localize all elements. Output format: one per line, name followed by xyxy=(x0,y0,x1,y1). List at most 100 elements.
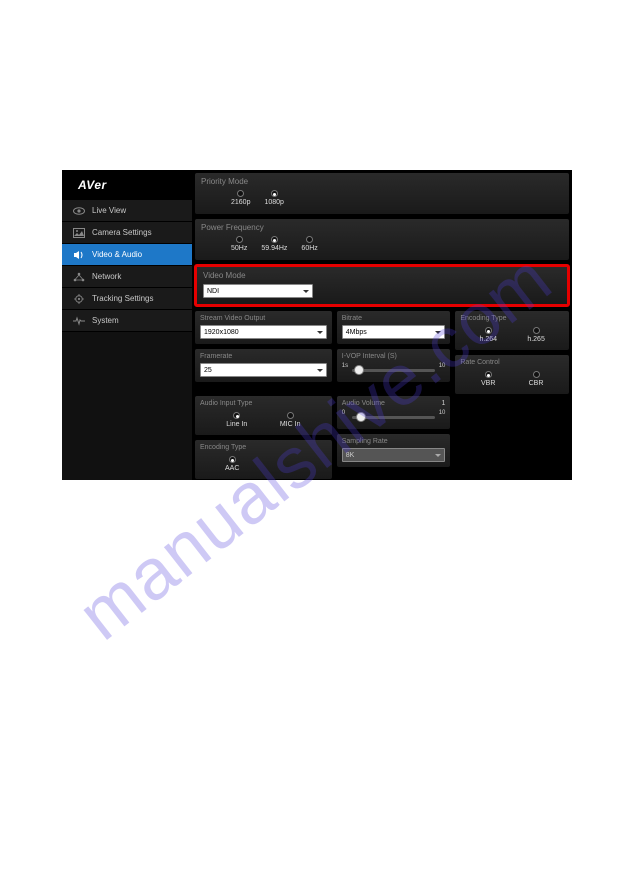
radio-60hz[interactable]: 60Hz xyxy=(301,236,317,252)
target-icon xyxy=(72,292,86,306)
radio-dot-icon xyxy=(229,456,236,463)
sidebar-item-live-view[interactable]: Live View xyxy=(62,200,192,222)
priority-mode-options: 2160p 1080p xyxy=(201,190,563,208)
panel-title: Framerate xyxy=(200,353,327,360)
panel-title: Encoding Type xyxy=(460,315,564,322)
eye-icon xyxy=(72,204,86,218)
sampling-rate-select[interactable]: 8K xyxy=(342,448,446,462)
chevron-down-icon xyxy=(303,290,309,293)
chevron-down-icon xyxy=(317,331,323,334)
nav: Live View Camera Settings Video & Audio xyxy=(62,200,192,332)
slider-thumb[interactable] xyxy=(356,412,366,422)
panel-rate-control: Rate Control VBR CBR xyxy=(454,354,570,395)
slider-track xyxy=(352,369,436,372)
audio-volume-slider[interactable]: 0 10 xyxy=(342,410,446,424)
radio-mic-in[interactable]: MIC In xyxy=(280,412,301,428)
panel-title: Audio Volume xyxy=(342,400,385,407)
logo: AVer xyxy=(62,170,192,200)
radio-label: MIC In xyxy=(280,421,301,428)
sidebar-item-system[interactable]: System xyxy=(62,310,192,332)
radio-label: 59.94Hz xyxy=(261,245,287,252)
select-value: 8K xyxy=(346,452,355,459)
select-value: NDI xyxy=(207,288,219,295)
radio-dot-icon xyxy=(485,327,492,334)
slider-thumb[interactable] xyxy=(354,365,364,375)
slider-max-label: 10 xyxy=(439,410,446,416)
speaker-icon xyxy=(72,248,86,262)
panel-title: Stream Video Output xyxy=(200,315,327,322)
panel-power-frequency: Power Frequency 50Hz 59.94Hz 60Hz xyxy=(194,218,570,261)
radio-aac[interactable]: AAC xyxy=(225,456,239,472)
radio-label: 50Hz xyxy=(231,245,247,252)
radio-50hz[interactable]: 50Hz xyxy=(231,236,247,252)
panel-ivop-interval: I-VOP Interval (S) 1s 10 xyxy=(336,348,452,383)
panel-title: Video Mode xyxy=(203,271,561,280)
radio-dot-icon xyxy=(287,412,294,419)
panel-priority-mode: Priority Mode 2160p 1080p xyxy=(194,172,570,215)
panel-audio-volume: Audio Volume 1 0 10 xyxy=(336,395,452,430)
panel-encoding-type-video: Encoding Type h.264 h.265 xyxy=(454,310,570,351)
slider-max-label: 10 xyxy=(439,363,446,369)
chevron-down-icon xyxy=(317,369,323,372)
radio-label: 1080p xyxy=(264,199,283,206)
network-icon xyxy=(72,270,86,284)
radio-h265[interactable]: h.265 xyxy=(527,327,545,343)
slider-min-label: 1s xyxy=(342,363,348,369)
audio-volume-side-label: 1 xyxy=(441,400,445,410)
sidebar-item-label: Live View xyxy=(92,206,126,215)
radio-dot-icon xyxy=(306,236,313,243)
radio-5994hz[interactable]: 59.94Hz xyxy=(261,236,287,252)
panel-title: Encoding Type xyxy=(200,444,327,451)
radio-dot-icon xyxy=(237,190,244,197)
sidebar-item-network[interactable]: Network xyxy=(62,266,192,288)
app-window: AVer Live View Camera Settings xyxy=(62,170,572,480)
pulse-icon xyxy=(72,314,86,328)
radio-dot-icon xyxy=(233,412,240,419)
radio-dot-icon xyxy=(271,236,278,243)
panel-video-mode: Video Mode NDI xyxy=(194,264,570,307)
radio-label: 60Hz xyxy=(301,245,317,252)
stream-video-output-select[interactable]: 1920x1080 xyxy=(200,325,327,339)
panel-title: Sampling Rate xyxy=(342,438,446,445)
panel-audio-input-type: Audio Input Type Line In MIC In xyxy=(194,395,333,436)
radio-1080p[interactable]: 1080p xyxy=(264,190,283,206)
sidebar-item-camera-settings[interactable]: Camera Settings xyxy=(62,222,192,244)
radio-dot-icon xyxy=(485,371,492,378)
radio-label: AAC xyxy=(225,465,239,472)
sidebar-item-label: System xyxy=(92,316,119,325)
radio-line-in[interactable]: Line In xyxy=(226,412,247,428)
ivop-slider[interactable]: 1s 10 xyxy=(342,363,446,377)
bitrate-select[interactable]: 4Mbps xyxy=(342,325,446,339)
sidebar-item-label: Camera Settings xyxy=(92,228,152,237)
radio-2160p[interactable]: 2160p xyxy=(231,190,250,206)
video-mode-select[interactable]: NDI xyxy=(203,284,313,298)
sidebar-item-tracking-settings[interactable]: Tracking Settings xyxy=(62,288,192,310)
sidebar: AVer Live View Camera Settings xyxy=(62,170,192,480)
panel-stream-video-output: Stream Video Output 1920x1080 xyxy=(194,310,333,345)
panel-bitrate: Bitrate 4Mbps xyxy=(336,310,452,345)
radio-vbr[interactable]: VBR xyxy=(481,371,495,387)
content: Priority Mode 2160p 1080p Power Frequenc… xyxy=(192,170,572,480)
image-icon xyxy=(72,226,86,240)
radio-label: h.265 xyxy=(527,336,545,343)
radio-cbr[interactable]: CBR xyxy=(529,371,544,387)
panel-framerate: Framerate 25 xyxy=(194,348,333,383)
sidebar-item-label: Network xyxy=(92,272,121,281)
slider-min-label: 0 xyxy=(342,410,345,416)
power-frequency-options: 50Hz 59.94Hz 60Hz xyxy=(201,236,563,254)
panel-title: Audio Input Type xyxy=(200,400,327,407)
radio-label: h.264 xyxy=(480,336,498,343)
radio-label: CBR xyxy=(529,380,544,387)
logo-text: AVer xyxy=(78,178,107,192)
sidebar-item-label: Tracking Settings xyxy=(92,294,154,303)
panel-encoding-type-audio: Encoding Type AAC xyxy=(194,439,333,480)
radio-dot-icon xyxy=(271,190,278,197)
framerate-select[interactable]: 25 xyxy=(200,363,327,377)
select-value: 25 xyxy=(204,367,212,374)
panel-title: Bitrate xyxy=(342,315,446,322)
radio-label: Line In xyxy=(226,421,247,428)
sidebar-item-video-audio[interactable]: Video & Audio xyxy=(62,244,192,266)
radio-label: 2160p xyxy=(231,199,250,206)
radio-h264[interactable]: h.264 xyxy=(480,327,498,343)
chevron-down-icon xyxy=(435,454,441,457)
